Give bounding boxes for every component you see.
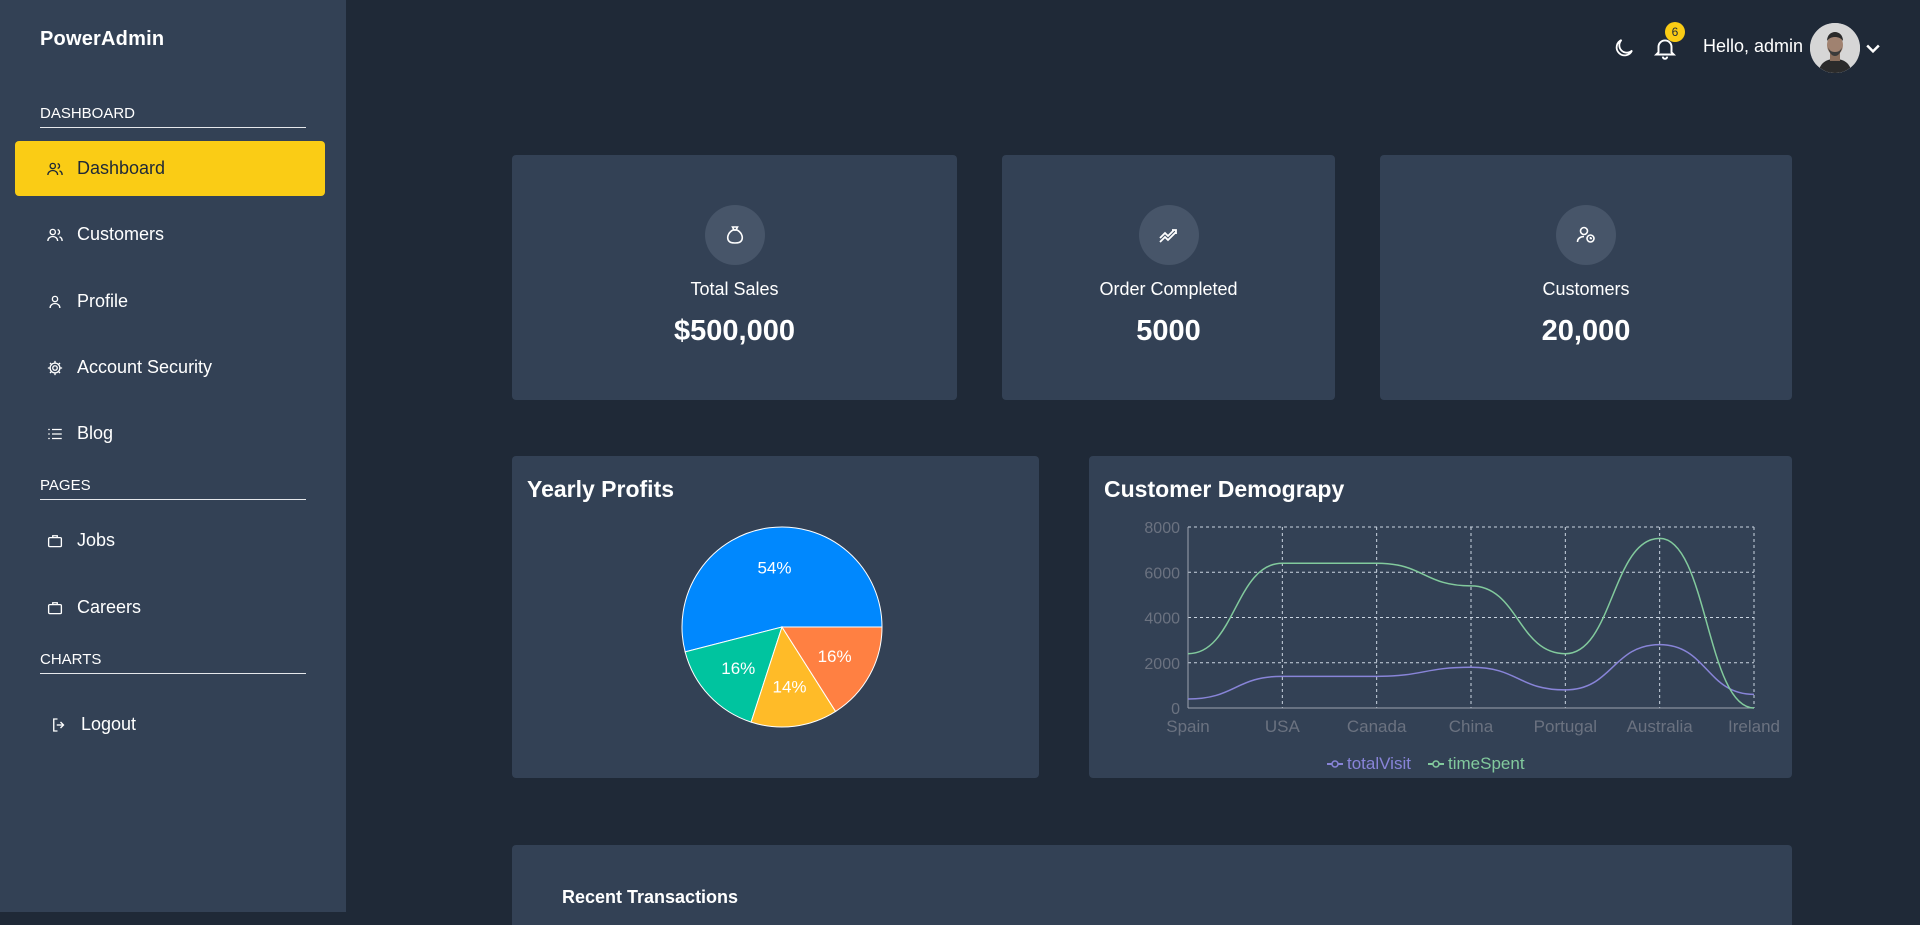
sidebar-item-label: Dashboard — [77, 158, 166, 178]
recent-transactions-panel: Recent Transactions — [512, 845, 1792, 925]
sidebar-item-logout[interactable]: Logout — [15, 697, 325, 752]
trend-icon — [1138, 205, 1199, 265]
stat-value: 5000 — [1136, 315, 1201, 347]
y-tick-label: 0 — [1171, 701, 1180, 718]
sidebar-item-profile[interactable]: Profile — [15, 274, 325, 329]
sidebar-item-dashboard[interactable]: Dashboard — [15, 141, 325, 196]
sidebar-item-label: Jobs — [77, 530, 116, 550]
stat-value: 20,000 — [1541, 315, 1631, 347]
sidebar-item-jobs[interactable]: Jobs — [15, 513, 325, 568]
sidebar-item-careers[interactable]: Careers — [15, 580, 325, 635]
x-tick-label: Portugal — [1534, 717, 1597, 736]
sidebar-item-label: Profile — [77, 291, 129, 311]
money-bag-icon — [704, 205, 765, 265]
x-tick-label: Canada — [1347, 717, 1407, 736]
gear-icon — [45, 358, 65, 378]
list-icon — [45, 424, 65, 444]
briefcase-icon — [45, 531, 65, 551]
yearly-profits-panel: Yearly Profits 54% 16% 14% 16% — [512, 456, 1039, 778]
chevron-down-icon[interactable] — [1863, 38, 1883, 58]
notification-badge: 6 — [1665, 22, 1685, 42]
y-tick-label: 4000 — [1144, 611, 1180, 628]
briefcase-icon — [45, 598, 65, 618]
stat-card-orders: Order Completed 5000 — [1002, 155, 1335, 400]
section-label-charts: CHARTS — [40, 651, 306, 674]
stat-card-total-sales: Total Sales $500,000 — [512, 155, 957, 400]
legend-label: totalVisit — [1347, 754, 1411, 773]
x-tick-label: USA — [1265, 717, 1301, 736]
stat-card-customers: Customers 20,000 — [1380, 155, 1792, 400]
pie-chart: 54% 16% 14% 16% — [681, 526, 883, 728]
panel-title: Recent Transactions — [562, 887, 739, 907]
sidebar-item-label: Blog — [77, 423, 114, 443]
users-icon — [45, 159, 65, 179]
x-tick-label: China — [1449, 717, 1494, 736]
sidebar-item-label: Customers — [77, 224, 165, 244]
sidebar-item-label: Careers — [77, 597, 142, 617]
x-tick-label: Ireland — [1728, 717, 1780, 736]
customers-icon — [1556, 205, 1616, 265]
stat-value: $500,000 — [674, 315, 795, 347]
section-label-pages: PAGES — [40, 477, 306, 500]
legend-marker-icon — [1327, 760, 1343, 768]
sidebar-item-account-security[interactable]: Account Security — [15, 340, 325, 395]
x-tick-label: Spain — [1166, 717, 1209, 736]
pie-slice-label: 16% — [818, 647, 852, 666]
sidebar-item-customers[interactable]: Customers — [15, 207, 325, 262]
sidebar-item-label: Account Security — [77, 357, 213, 377]
sidebar: PowerAdmin DASHBOARD Dashboard Customers… — [0, 0, 346, 912]
logout-icon — [49, 715, 69, 735]
stat-label: Order Completed — [1099, 279, 1238, 299]
line-chart: 0 2000 4000 6000 8000 Spain USA Canada China Port… — [1144, 520, 1780, 736]
moon-icon[interactable] — [1612, 36, 1636, 60]
user-icon — [45, 292, 65, 312]
legend-total-visit[interactable]: totalVisit — [1327, 754, 1411, 774]
y-tick-label: 6000 — [1144, 565, 1180, 582]
y-tick-label: 2000 — [1144, 656, 1180, 673]
avatar[interactable] — [1810, 23, 1860, 73]
stat-label: Customers — [1542, 279, 1630, 299]
greeting-text: Hello, admin — [1703, 36, 1804, 56]
y-tick-label: 8000 — [1144, 520, 1180, 537]
pie-slice-label: 54% — [757, 558, 791, 577]
legend-time-spent[interactable]: timeSpent — [1428, 754, 1525, 774]
brand-logo[interactable]: PowerAdmin — [40, 28, 164, 51]
customer-demography-panel: Customer Demograpy 0 2000 4000 6000 8000 Spai… — [1089, 456, 1792, 778]
sidebar-item-blog[interactable]: Blog — [15, 406, 325, 461]
users-icon — [45, 225, 65, 245]
legend-label: timeSpent — [1448, 754, 1525, 773]
sidebar-item-label: Logout — [81, 714, 137, 734]
x-tick-label: Australia — [1627, 717, 1694, 736]
section-label-dashboard: DASHBOARD — [40, 105, 306, 128]
pie-slice-label: 16% — [721, 659, 755, 678]
pie-slice-label: 14% — [773, 678, 807, 697]
stat-label: Total Sales — [690, 279, 779, 299]
legend-marker-icon — [1428, 760, 1444, 768]
